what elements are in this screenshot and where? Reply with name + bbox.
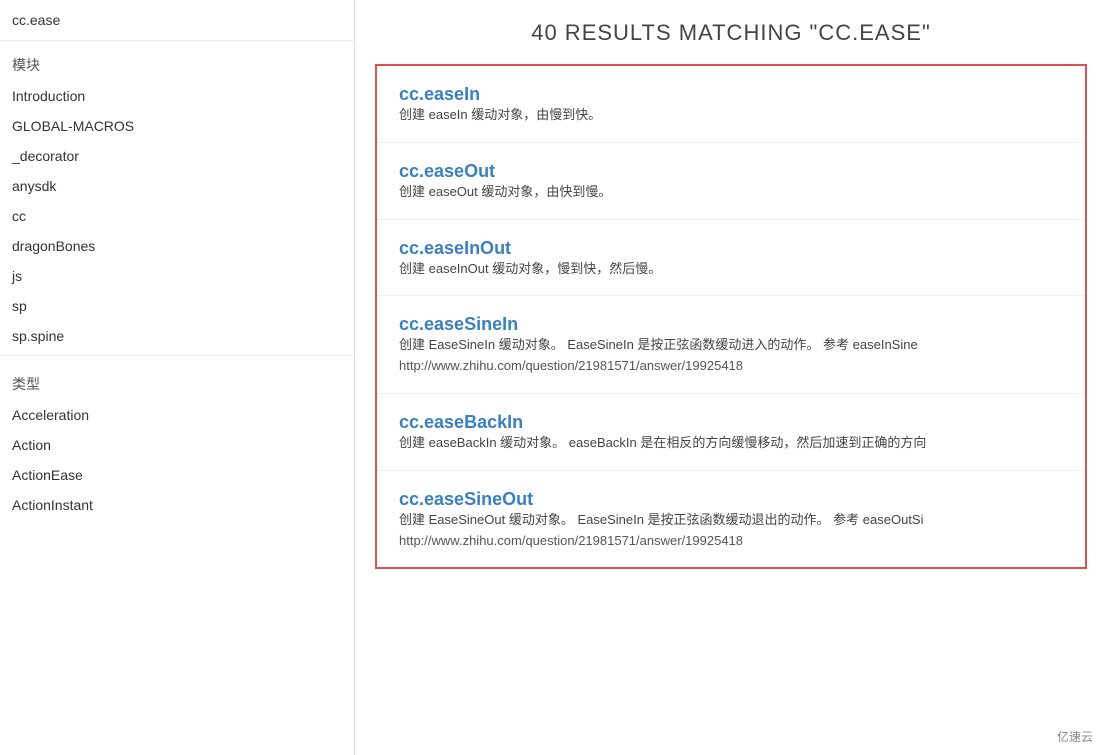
result-item-3: cc.easeSineIn 创建 EaseSineIn 缓动对象。 EaseSi… [377, 296, 1085, 394]
result-title-1[interactable]: cc.easeOut [399, 161, 495, 181]
result-link-5[interactable]: http://www.zhihu.com/question/21981571/a… [399, 531, 1063, 552]
result-title-2[interactable]: cc.easeInOut [399, 238, 511, 258]
sidebar-search-value: cc.ease [12, 8, 342, 32]
main-content: 40 RESULTS MATCHING "CC.EASE" cc.easeIn … [355, 0, 1107, 755]
result-title-5[interactable]: cc.easeSineOut [399, 489, 533, 509]
sidebar-search-area: cc.ease [0, 0, 354, 41]
sidebar-item-sp-spine[interactable]: sp.spine [0, 321, 354, 351]
sidebar-item-sp[interactable]: sp [0, 291, 354, 321]
sidebar-section-types-label: 类型 [0, 360, 354, 400]
result-link-3[interactable]: http://www.zhihu.com/question/21981571/a… [399, 356, 1063, 377]
sidebar-item-introduction[interactable]: Introduction [0, 81, 354, 111]
sidebar-divider [0, 355, 354, 356]
sidebar-item-global-macros[interactable]: GLOBAL-MACROS [0, 111, 354, 141]
watermark: 亿速云 [1053, 726, 1097, 747]
sidebar-item-action[interactable]: Action [0, 430, 354, 460]
sidebar-item-js[interactable]: js [0, 261, 354, 291]
sidebar-item-actionease[interactable]: ActionEase [0, 460, 354, 490]
sidebar-section-modules-label: 模块 [0, 41, 354, 81]
result-desc-3: 创建 EaseSineIn 缓动对象。 EaseSineIn 是按正弦函数缓动进… [399, 335, 1063, 356]
result-desc-5: 创建 EaseSineOut 缓动对象。 EaseSineIn 是按正弦函数缓动… [399, 510, 1063, 531]
sidebar-item-acceleration[interactable]: Acceleration [0, 400, 354, 430]
result-item-1: cc.easeOut 创建 easeOut 缓动对象，由快到慢。 [377, 143, 1085, 220]
result-desc-4: 创建 easeBackIn 缓动对象。 easeBackIn 是在相反的方向缓慢… [399, 433, 1063, 454]
result-item-2: cc.easeInOut 创建 easeInOut 缓动对象，慢到快，然后慢。 [377, 220, 1085, 297]
result-title-0[interactable]: cc.easeIn [399, 84, 480, 104]
result-title-3[interactable]: cc.easeSineIn [399, 314, 518, 334]
sidebar-item-anysdk[interactable]: anysdk [0, 171, 354, 201]
result-desc-1: 创建 easeOut 缓动对象，由快到慢。 [399, 182, 1063, 203]
result-title-4[interactable]: cc.easeBackIn [399, 412, 523, 432]
sidebar-item-actioninstant[interactable]: ActionInstant [0, 490, 354, 520]
result-item-5: cc.easeSineOut 创建 EaseSineOut 缓动对象。 Ease… [377, 471, 1085, 568]
result-desc-2: 创建 easeInOut 缓动对象，慢到快，然后慢。 [399, 259, 1063, 280]
result-desc-0: 创建 easeIn 缓动对象，由慢到快。 [399, 105, 1063, 126]
sidebar-item-dragonbones[interactable]: dragonBones [0, 231, 354, 261]
result-item-0: cc.easeIn 创建 easeIn 缓动对象，由慢到快。 [377, 66, 1085, 143]
sidebar-item-cc[interactable]: cc [0, 201, 354, 231]
result-item-4: cc.easeBackIn 创建 easeBackIn 缓动对象。 easeBa… [377, 394, 1085, 471]
sidebar[interactable]: cc.ease 模块 Introduction GLOBAL-MACROS _d… [0, 0, 355, 755]
results-header: 40 RESULTS MATCHING "CC.EASE" [355, 0, 1107, 64]
sidebar-item-decorator[interactable]: _decorator [0, 141, 354, 171]
results-list: cc.easeIn 创建 easeIn 缓动对象，由慢到快。 cc.easeOu… [375, 64, 1087, 569]
